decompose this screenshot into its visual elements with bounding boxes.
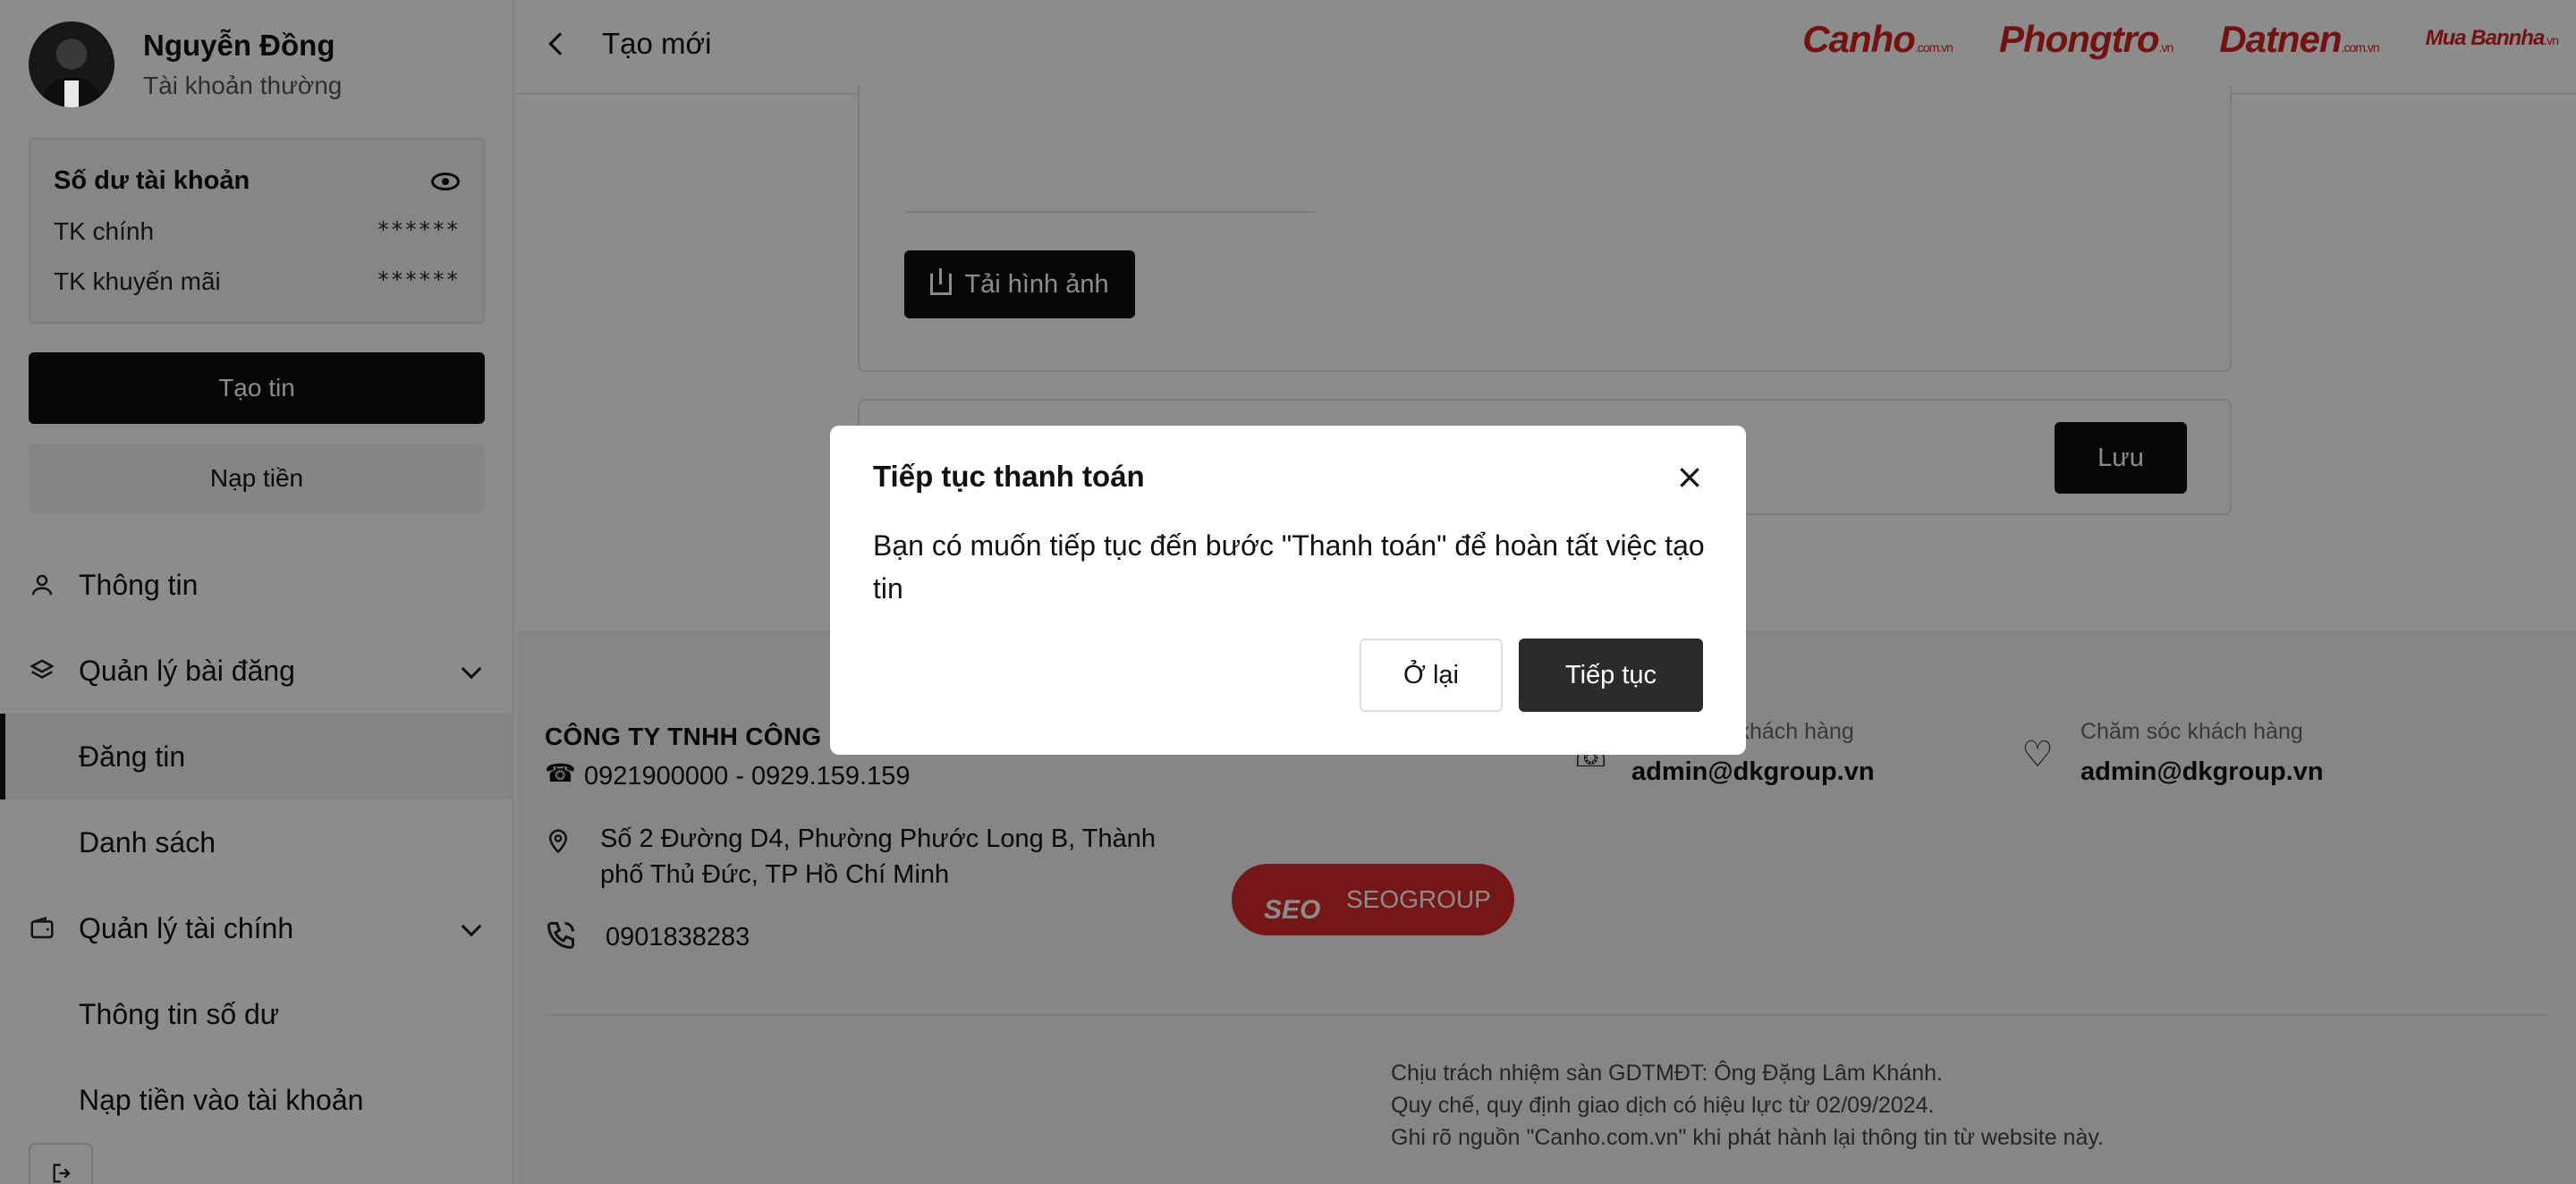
- dialog-message: Bạn có muốn tiếp tục đến bước "Thanh toá…: [873, 529, 1705, 605]
- stay-button[interactable]: Ở lại: [1360, 639, 1503, 712]
- continue-payment-dialog: Tiếp tục thanh toán × Bạn có muốn tiếp t…: [830, 426, 1746, 755]
- close-icon[interactable]: ×: [1674, 460, 1705, 494]
- dialog-title: Tiếp tục thanh toán: [873, 460, 1145, 493]
- dialog-actions: Ở lại Tiếp tục: [1360, 639, 1703, 712]
- continue-button[interactable]: Tiếp tục: [1519, 639, 1703, 712]
